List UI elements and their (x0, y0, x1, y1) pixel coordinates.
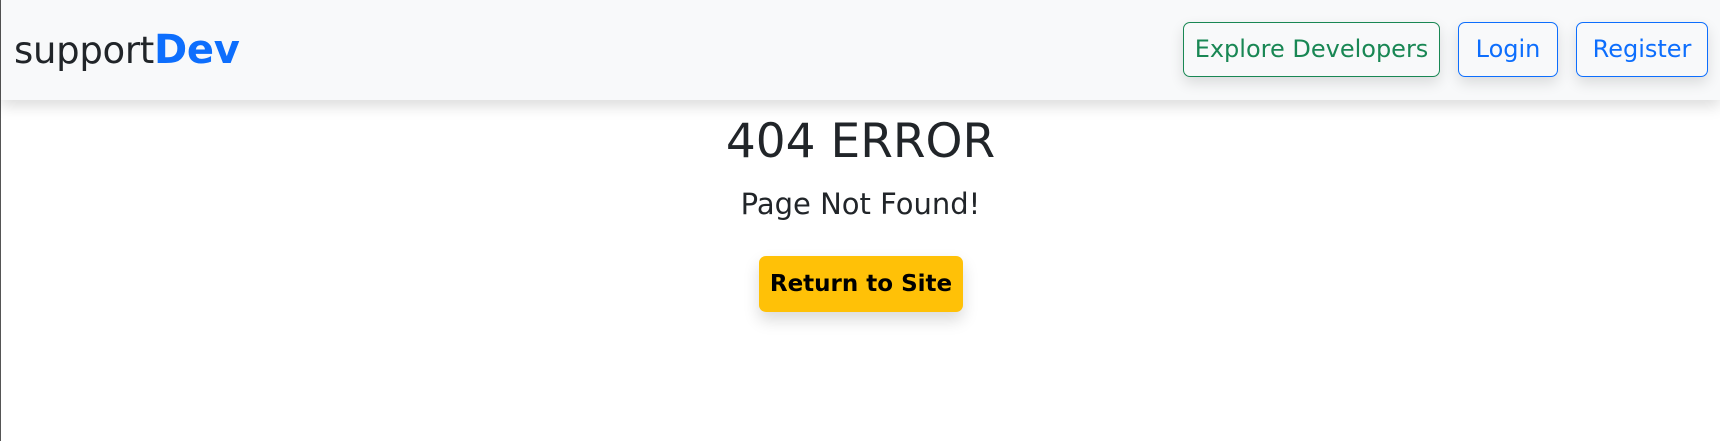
brand-logo[interactable]: supportDev (14, 24, 240, 77)
error-title: 404 ERROR (725, 114, 996, 169)
error-message: Page Not Found! (740, 187, 981, 221)
explore-developers-button[interactable]: Explore Developers (1183, 22, 1440, 77)
navbar: supportDev Explore Developers Login Regi… (1, 0, 1720, 100)
login-button[interactable]: Login (1458, 22, 1558, 77)
brand-prefix: support (14, 29, 154, 72)
return-to-site-button[interactable]: Return to Site (759, 256, 963, 312)
brand-accent: Dev (153, 27, 240, 73)
page: supportDev Explore Developers Login Regi… (0, 0, 1720, 441)
register-button[interactable]: Register (1576, 22, 1708, 77)
